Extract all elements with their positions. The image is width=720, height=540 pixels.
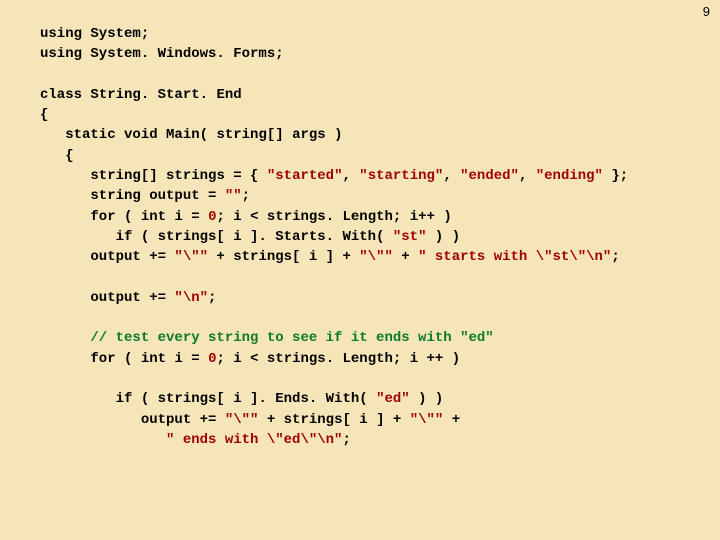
code-line: using System. Windows. Forms; — [40, 46, 284, 62]
code-text: i = — [166, 209, 208, 225]
code-text: }; — [603, 168, 628, 184]
code-text: output += — [40, 249, 174, 265]
code-text: Main( — [158, 127, 217, 143]
slide: 9 using System; using System. Windows. F… — [0, 0, 720, 540]
code-text: ; i < strings. Length; i++ ) — [216, 209, 451, 225]
code-text: output = — [141, 188, 225, 204]
code-str: "ended" — [460, 168, 519, 184]
code-str: "\"" — [359, 249, 393, 265]
code-str: "\"" — [174, 249, 208, 265]
code-str: "ed" — [376, 391, 410, 407]
code-text: ) ) — [426, 229, 460, 245]
code-str: "\n" — [174, 290, 208, 306]
code-kw: class — [40, 87, 82, 103]
code-text: i = — [166, 351, 208, 367]
code-text: ; — [342, 432, 350, 448]
code-str: "\"" — [410, 412, 444, 428]
code-text: ; i < strings. Length; i ++ ) — [216, 351, 460, 367]
code-text: ; — [611, 249, 619, 265]
code-text: ; — [208, 290, 216, 306]
code-str: "ending" — [536, 168, 603, 184]
code-kw: int — [141, 351, 166, 367]
code-str: "" — [225, 188, 242, 204]
code-text: , — [342, 168, 359, 184]
code-text: { — [40, 107, 48, 123]
code-text: ) ) — [410, 391, 444, 407]
code-text: + — [443, 412, 460, 428]
code-text: ( — [116, 351, 141, 367]
code-block: using System; using System. Windows. For… — [0, 0, 720, 450]
code-text: ; — [242, 188, 250, 204]
code-kw: string — [40, 168, 141, 184]
code-text: , — [443, 168, 460, 184]
code-text: ( strings[ i ]. Ends. With( — [132, 391, 376, 407]
code-kw: if — [40, 229, 132, 245]
code-text: { — [40, 148, 74, 164]
code-kw: for — [40, 351, 116, 367]
code-id: String. Start. End — [82, 87, 242, 103]
code-text: output += — [40, 290, 174, 306]
code-str: "started" — [267, 168, 343, 184]
code-kw: static void — [40, 127, 158, 143]
code-kw: int — [141, 209, 166, 225]
code-comment: // test every string to see if it ends w… — [40, 330, 494, 346]
code-text: [] args ) — [267, 127, 343, 143]
code-text: + strings[ i ] + — [258, 412, 409, 428]
code-str: "\"" — [225, 412, 259, 428]
code-kw: string — [40, 188, 141, 204]
code-text: + — [393, 249, 418, 265]
page-number: 9 — [703, 4, 710, 19]
code-kw: for — [40, 209, 116, 225]
code-kw: if — [40, 391, 132, 407]
code-text: [] strings = { — [141, 168, 267, 184]
code-str: "st" — [393, 229, 427, 245]
code-str: " starts with \"st\"\n" — [418, 249, 611, 265]
code-line: using System; — [40, 26, 149, 42]
code-text: + strings[ i ] + — [208, 249, 359, 265]
code-str: " ends with \"ed\"\n" — [166, 432, 342, 448]
code-text — [40, 432, 166, 448]
code-text: ( strings[ i ]. Starts. With( — [132, 229, 392, 245]
code-text: output += — [40, 412, 225, 428]
code-str: "starting" — [359, 168, 443, 184]
code-text: , — [519, 168, 536, 184]
code-kw: string — [216, 127, 266, 143]
code-text: ( — [116, 209, 141, 225]
